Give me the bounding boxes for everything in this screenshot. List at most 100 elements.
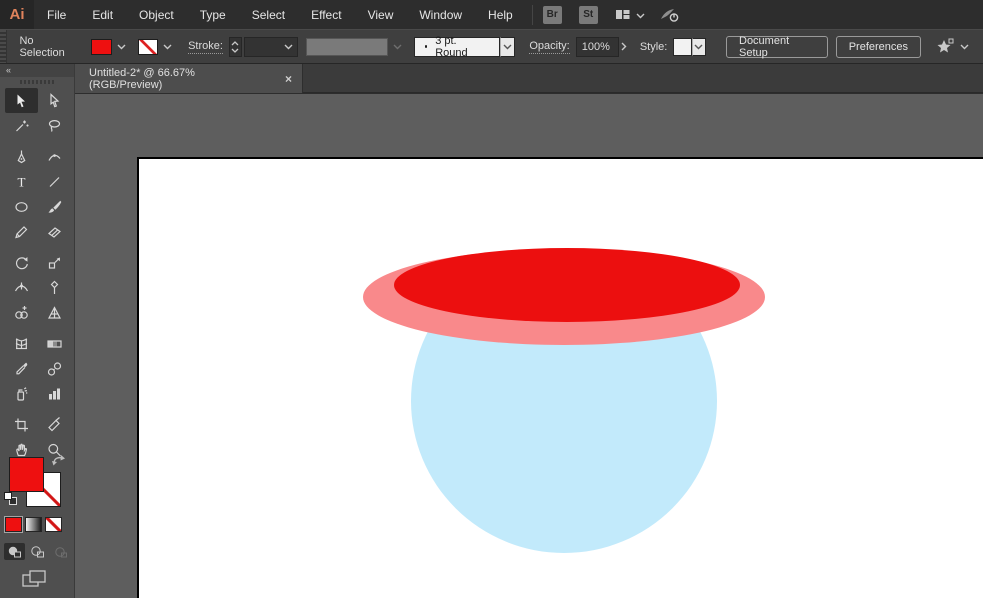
lasso-tool[interactable] (38, 113, 71, 138)
menu-item-edit[interactable]: Edit (79, 0, 126, 29)
chevron-right-icon (621, 42, 627, 51)
menu-item-help[interactable]: Help (475, 0, 526, 29)
screen-mode-button[interactable] (22, 569, 48, 594)
document-setup-button[interactable]: Document Setup (726, 35, 828, 59)
none-button[interactable] (45, 517, 62, 532)
tab-close-icon[interactable]: × (285, 72, 292, 86)
menu-item-window[interactable]: Window (406, 0, 475, 29)
scale-tool[interactable] (38, 250, 71, 275)
drawing-mode-buttons (4, 543, 71, 560)
canvas-pasteboard[interactable] (75, 94, 983, 598)
shape-builder-tool[interactable] (5, 300, 38, 325)
chevron-down-icon (694, 44, 703, 49)
gradient-tool[interactable] (38, 331, 71, 356)
ellipse-icon (15, 201, 28, 212)
eraser-icon (48, 226, 61, 238)
style-chevron[interactable] (691, 37, 706, 56)
draw-normal-button[interactable] (4, 543, 25, 560)
menu-item-select[interactable]: Select (239, 0, 298, 29)
chevron-down-icon (284, 44, 293, 49)
menu-item-file[interactable]: File (34, 0, 79, 29)
width-tool[interactable] (5, 275, 38, 300)
chevron-down-icon (960, 41, 969, 53)
opacity-label[interactable]: Opacity: (529, 40, 570, 54)
puppet-warp-tool[interactable] (38, 275, 71, 300)
eraser-tool[interactable] (38, 219, 71, 244)
fill-color-swatch[interactable] (91, 38, 112, 55)
swap-arrows-icon (52, 455, 65, 466)
draw-behind-button[interactable] (27, 543, 48, 560)
select-similar-icon (937, 38, 954, 53)
puppet-warp-icon (50, 280, 59, 294)
stepper-up-icon (232, 40, 239, 45)
svg-text:T: T (18, 174, 26, 189)
gpu-performance-button[interactable] (659, 6, 681, 24)
menu-item-type[interactable]: Type (187, 0, 239, 29)
type-tool[interactable]: T (5, 169, 38, 194)
magic-wand-icon (16, 120, 29, 131)
opacity-input[interactable]: 100% (575, 36, 619, 57)
gradient-button[interactable] (25, 517, 42, 532)
pen-tool[interactable] (5, 144, 38, 169)
paintbrush-tool[interactable] (38, 194, 71, 219)
line-segment-tool[interactable] (38, 169, 71, 194)
main-menu: File Edit Object Type Select Effect View Window… (34, 0, 526, 29)
stroke-chevron-icon[interactable] (163, 41, 172, 53)
stroke-weight-select[interactable] (244, 36, 299, 57)
menu-item-view[interactable]: View (355, 0, 407, 29)
style-swatch[interactable] (673, 37, 692, 56)
color-button[interactable] (4, 516, 23, 533)
column-graph-tool[interactable] (38, 381, 71, 406)
selection-status: No Selection (19, 34, 65, 59)
selection-tool[interactable] (5, 88, 38, 113)
draw-inside-icon (54, 546, 67, 557)
stroke-weight-stepper[interactable] (228, 36, 243, 57)
mesh-icon (15, 337, 28, 349)
fill-indicator[interactable] (9, 457, 44, 492)
brush-definition-select[interactable]: 3 pt. Round (413, 35, 501, 59)
perspective-grid-tool[interactable] (38, 300, 71, 325)
symbol-sprayer-tool[interactable] (5, 381, 38, 406)
blend-tool[interactable] (38, 356, 71, 381)
curvature-tool[interactable] (38, 144, 71, 169)
swap-fill-stroke-button[interactable] (51, 454, 67, 473)
column-graph-icon (49, 388, 60, 399)
artwork-layer[interactable] (75, 94, 983, 598)
document-tab-bar: Untitled-2* @ 66.67% (RGB/Preview) × (75, 64, 983, 93)
artboard-tool[interactable] (5, 412, 38, 437)
tools-panel-grip[interactable] (20, 80, 54, 84)
gpu-performance-icon (660, 8, 679, 22)
fill-chevron-icon[interactable] (117, 41, 126, 53)
magic-wand-tool[interactable] (5, 113, 38, 138)
default-fill-stroke-button[interactable] (4, 492, 20, 508)
bridge-button[interactable]: Br (542, 5, 562, 24)
app-logo: Ai (0, 0, 34, 29)
rotate-tool[interactable] (5, 250, 38, 275)
control-bar: No Selection Stroke: 3 pt. Round Opacity… (0, 29, 983, 64)
menu-item-effect[interactable]: Effect (298, 0, 354, 29)
stock-button[interactable]: St (578, 5, 598, 24)
mesh-tool[interactable] (5, 331, 38, 356)
brush-definition-chevron[interactable] (500, 36, 516, 57)
menu-item-object[interactable]: Object (126, 0, 187, 29)
red-ellipse[interactable] (394, 248, 740, 322)
tools-collapse-button[interactable]: « (0, 64, 74, 77)
opacity-expander[interactable] (619, 37, 630, 57)
ellipse-tool[interactable] (5, 194, 38, 219)
slice-tool[interactable] (38, 412, 71, 437)
color-mode-buttons (4, 516, 62, 533)
menu-bar: Ai File Edit Object Type Select Effect View Win… (0, 0, 983, 29)
document-tab[interactable]: Untitled-2* @ 66.67% (RGB/Preview) × (75, 64, 303, 93)
fill-stroke-indicator (0, 454, 75, 514)
arrange-documents-button[interactable] (615, 6, 645, 24)
direct-selection-tool[interactable] (38, 88, 71, 113)
preferences-button[interactable]: Preferences (835, 35, 922, 58)
panel-grip[interactable] (0, 30, 8, 63)
chevron-down-icon (636, 6, 645, 24)
pencil-tool[interactable] (5, 219, 38, 244)
eyedropper-tool[interactable] (5, 356, 38, 381)
stroke-color-swatch[interactable] (137, 38, 159, 55)
select-similar-button[interactable] (935, 38, 969, 55)
width-icon (14, 282, 29, 291)
stroke-weight-label[interactable]: Stroke: (188, 40, 223, 54)
